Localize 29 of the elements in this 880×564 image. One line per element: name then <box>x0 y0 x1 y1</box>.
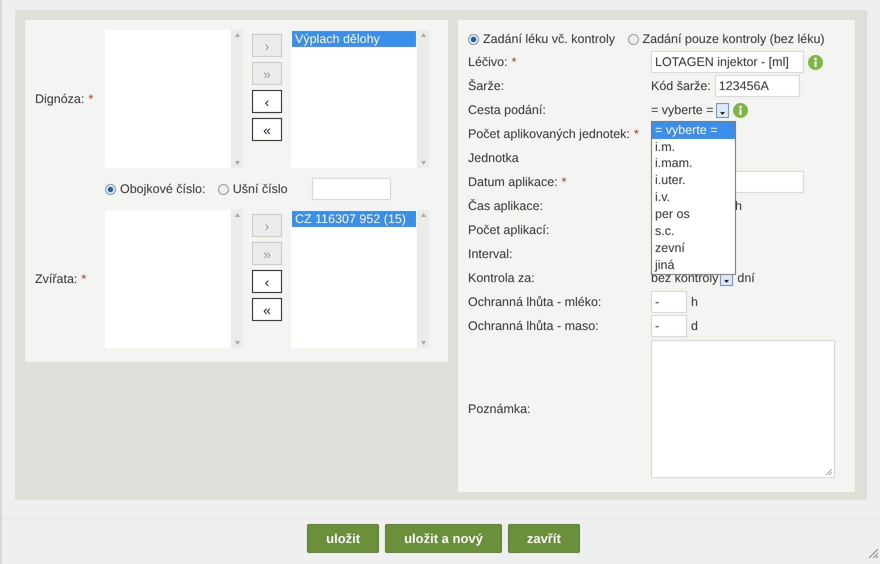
field-label: Poznámka: <box>468 402 531 416</box>
required-mark: * <box>562 174 566 189</box>
field-label: Ochranná lhůta - mléko: <box>468 294 602 309</box>
field-label: Datum aplikace: <box>468 174 558 189</box>
field-label: Jednotka <box>468 150 519 165</box>
field-label: Interval: <box>468 246 512 261</box>
required-mark: * <box>88 92 94 106</box>
radio-label: Ušní číslo <box>232 180 288 198</box>
field-label: Kontrola za: <box>468 270 535 285</box>
field-label: Léčivo: <box>468 54 508 69</box>
unit-label: h <box>735 198 742 215</box>
radio-label: Zadání léku vč. kontroly <box>483 30 616 48</box>
required-mark: * <box>81 272 86 286</box>
required-mark: * <box>634 126 639 141</box>
field-label: Dignóza: <box>35 92 84 106</box>
radio-label: Zadání pouze kontroly (bez léku) <box>642 30 825 48</box>
field-label: Počet aplikací: <box>468 222 550 237</box>
required-mark: * <box>512 54 516 69</box>
unit-label: h <box>691 294 698 311</box>
field-label: Cesta podání: <box>468 102 546 117</box>
field-label: Kód šarže: <box>651 78 711 95</box>
field-label: Zvířata: <box>35 272 78 286</box>
radio-label: Obojkové číslo: <box>120 180 206 198</box>
field-label: Čas aplikace: <box>468 198 544 213</box>
field-label: Počet aplikovaných jednotek: <box>468 126 630 141</box>
unit-label: dní <box>737 270 755 287</box>
field-label: Šarže: <box>468 78 504 93</box>
field-label: Ochranná lhůta - maso: <box>468 318 599 333</box>
unit-label: d <box>691 318 698 335</box>
